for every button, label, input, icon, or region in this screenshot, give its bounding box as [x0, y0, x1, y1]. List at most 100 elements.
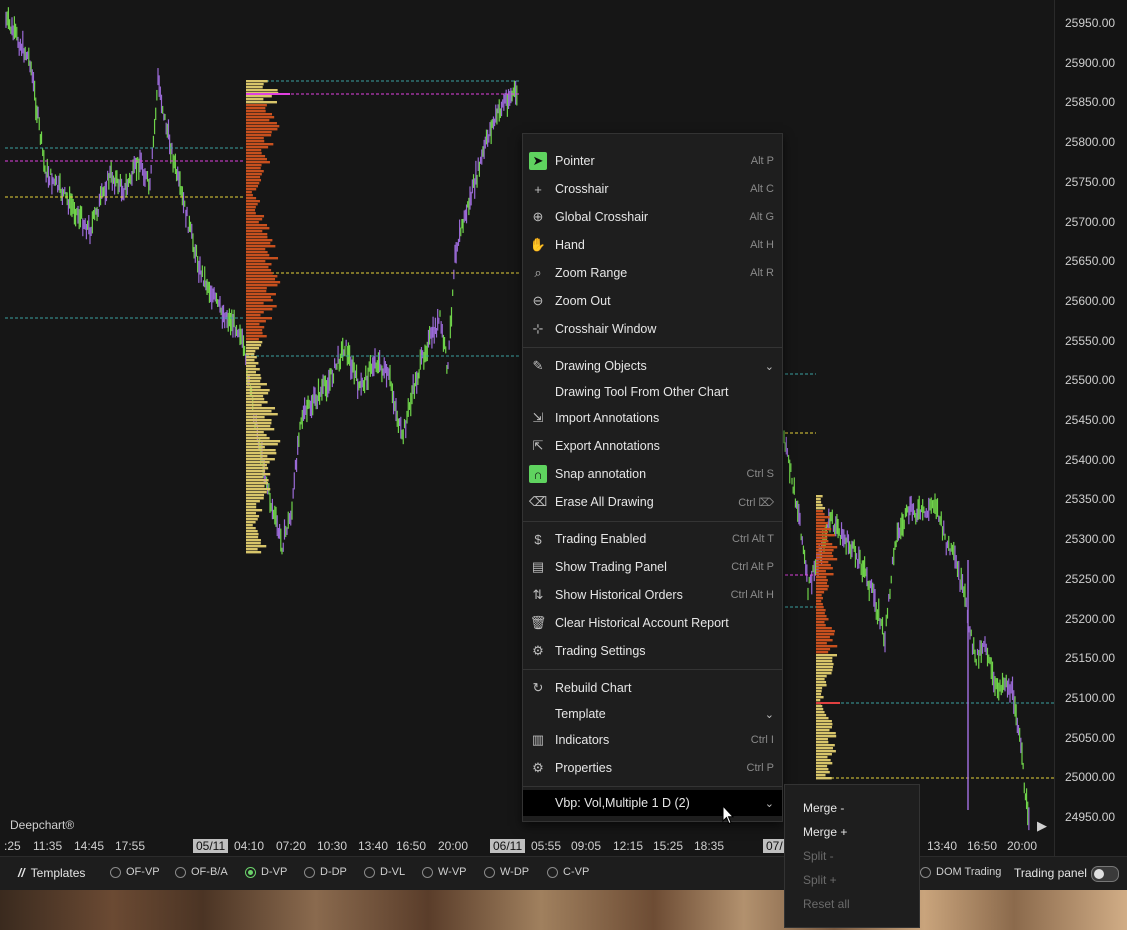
volume-profile-bar	[246, 290, 267, 293]
menu-item-global-crosshair[interactable]: ⊕ Global Crosshair Alt G	[523, 204, 782, 230]
volume-profile-bar	[246, 185, 259, 188]
menu-item-trading-enabled[interactable]: $ Trading Enabled Ctrl Alt T	[523, 526, 782, 552]
templates-button[interactable]: // Templates	[18, 866, 85, 880]
price-axis[interactable]: 25950.00 25900.00 25850.00 25800.00 25750.00…	[1054, 0, 1127, 856]
volume-profile-bar	[816, 726, 832, 729]
time-tick-label: 12:15	[613, 839, 644, 853]
menu-item-show-historical-orders[interactable]: ⇅ Show Historical Orders Ctrl Alt H	[523, 582, 782, 608]
volume-profile-bar	[246, 212, 256, 215]
menu-item-shortcut: Ctrl Alt T	[732, 533, 774, 545]
price-tick-label: 25550.00	[1065, 333, 1116, 348]
volume-profile-bar	[246, 230, 263, 233]
menu-item-label: Erase All Drawing	[555, 495, 654, 509]
chevron-down-icon: ⌄	[764, 797, 774, 810]
volume-profile-bar	[246, 521, 256, 524]
volume-profile-bar	[246, 473, 271, 476]
volume-profile-bar	[246, 149, 262, 152]
menu-item-show-trading-panel[interactable]: ▤ Show Trading Panel Ctrl Alt P	[523, 554, 782, 580]
volume-profile-bar	[246, 245, 276, 248]
radio-button[interactable]	[364, 866, 375, 878]
menu-item-zoom-range[interactable]: ⌕ Zoom Range Alt R	[523, 260, 782, 286]
volume-profile-bar	[246, 458, 275, 461]
time-tick-label: 14:45	[74, 839, 105, 853]
radio-button[interactable]	[484, 866, 495, 878]
menu-item-pointer[interactable]: ➤ Pointer Alt P	[523, 148, 782, 174]
template-option-c-vp[interactable]: C-VP	[547, 866, 589, 878]
submenu-item-merge[interactable]: Merge +	[803, 825, 847, 839]
volume-profile-bar	[246, 257, 279, 260]
volume-profile-bar	[816, 663, 834, 666]
volume-profile-bar	[246, 152, 262, 155]
volume-profile-bar	[816, 630, 835, 633]
volume-profile-bar	[816, 501, 822, 504]
scroll-right-icon[interactable]: ▶	[1037, 818, 1047, 834]
radio-button[interactable]	[547, 866, 558, 878]
price-tick-label: 25850.00	[1065, 95, 1116, 110]
volume-profile-bar	[246, 413, 278, 416]
menu-item-erase-all-drawing[interactable]: ⌫ Erase All Drawing Ctrl ⌦	[523, 489, 782, 515]
volume-profile-bar	[816, 567, 833, 570]
menu-item-snap-annotation[interactable]: ∩ Snap annotation Ctrl S	[523, 461, 782, 487]
template-option-d-dp[interactable]: D-DP	[304, 866, 347, 878]
volume-profile-bar	[246, 89, 278, 92]
menu-item-rebuild-chart[interactable]: ↻ Rebuild Chart	[523, 675, 782, 701]
menu-item-indicators[interactable]: ▥ Indicators Ctrl I	[523, 727, 782, 753]
volume-profile-bar	[816, 603, 823, 606]
volume-profile-bar	[246, 422, 272, 425]
volume-profile-bar	[246, 326, 265, 329]
dom-trading-option[interactable]: DOM Trading	[920, 866, 1001, 878]
menu-item-crosshair[interactable]: + Crosshair Alt C	[523, 176, 782, 202]
template-option-of-vp[interactable]: OF-VP	[110, 866, 160, 878]
menu-item-shortcut: Ctrl S	[746, 468, 775, 480]
trading-panel-label: Trading panel	[1014, 866, 1087, 880]
radio-button[interactable]	[422, 866, 433, 878]
trading-panel-toggle[interactable]	[1091, 866, 1119, 882]
template-option-d-vl[interactable]: D-VL	[364, 866, 405, 878]
volume-profile-bar	[246, 299, 273, 302]
menu-item-drawing-tool-from-other-chart[interactable]: Drawing Tool From Other Chart	[523, 379, 782, 405]
template-option-w-dp[interactable]: W-DP	[484, 866, 529, 878]
menu-item-label: Rebuild Chart	[555, 681, 632, 695]
volume-profile-bar	[246, 194, 253, 197]
volume-profile-bar	[816, 555, 834, 558]
price-tick-label: 25050.00	[1065, 730, 1116, 745]
radio-button[interactable]	[175, 866, 186, 878]
menu-item-drawing-objects[interactable]: ✎ Drawing Objects ⌄	[523, 353, 782, 379]
volume-profile-bar	[246, 482, 269, 485]
volume-profile-bar	[246, 155, 266, 158]
volume-profile-bar	[816, 579, 828, 582]
dollar-icon: $	[534, 531, 542, 547]
menu-item-properties[interactable]: ⚙ Properties Ctrl P	[523, 755, 782, 781]
volume-profile-bar	[816, 606, 824, 609]
volume-profile-bar	[816, 594, 822, 597]
menu-item-crosshair-window[interactable]: ⊹ Crosshair Window	[523, 316, 782, 342]
volume-profile-bar	[816, 516, 830, 519]
dom-trading-radio[interactable]	[920, 866, 931, 878]
menu-item-export-annotations[interactable]: ⇱ Export Annotations	[523, 433, 782, 459]
template-option-of-b-a[interactable]: OF-B/A	[175, 866, 228, 878]
menu-item-zoom-out[interactable]: ⊖ Zoom Out	[523, 288, 782, 314]
template-option-w-vp[interactable]: W-VP	[422, 866, 467, 878]
radio-button[interactable]	[304, 866, 315, 878]
template-option-label: D-VL	[380, 866, 406, 878]
menu-item-vbp-vol-multiple-1-d-2[interactable]: Vbp: Vol,Multiple 1 D (2) ⌄	[523, 790, 782, 816]
volume-profile-bar	[246, 191, 252, 194]
volume-profile-bar	[816, 540, 829, 543]
menu-item-hand[interactable]: ✋ Hand Alt H	[523, 232, 782, 258]
menu-item-template[interactable]: Template ⌄	[523, 701, 782, 727]
menu-item-import-annotations[interactable]: ⇲ Import Annotations	[523, 405, 782, 431]
price-tick-label: 25100.00	[1065, 690, 1116, 705]
menu-item-clear-historical-account-report[interactable]: 🗑 Clear Historical Account Report	[523, 610, 782, 636]
template-option-d-vp[interactable]: D-VP	[245, 866, 287, 878]
volume-profile-bar	[816, 534, 835, 537]
volume-profile-bar	[246, 320, 266, 323]
radio-button[interactable]	[110, 866, 121, 878]
menu-item-trading-settings[interactable]: ⚙ Trading Settings	[523, 638, 782, 664]
time-tick-label: 10:30	[317, 839, 348, 853]
menu-item-label: Properties	[555, 761, 612, 775]
volume-profile-bar	[246, 377, 262, 380]
radio-button[interactable]	[245, 866, 256, 878]
volume-profile-bar	[816, 774, 826, 777]
submenu-item-merge[interactable]: Merge -	[803, 801, 844, 815]
vbp-submenu: Merge - Merge + Split - Split + Reset all	[784, 784, 920, 928]
